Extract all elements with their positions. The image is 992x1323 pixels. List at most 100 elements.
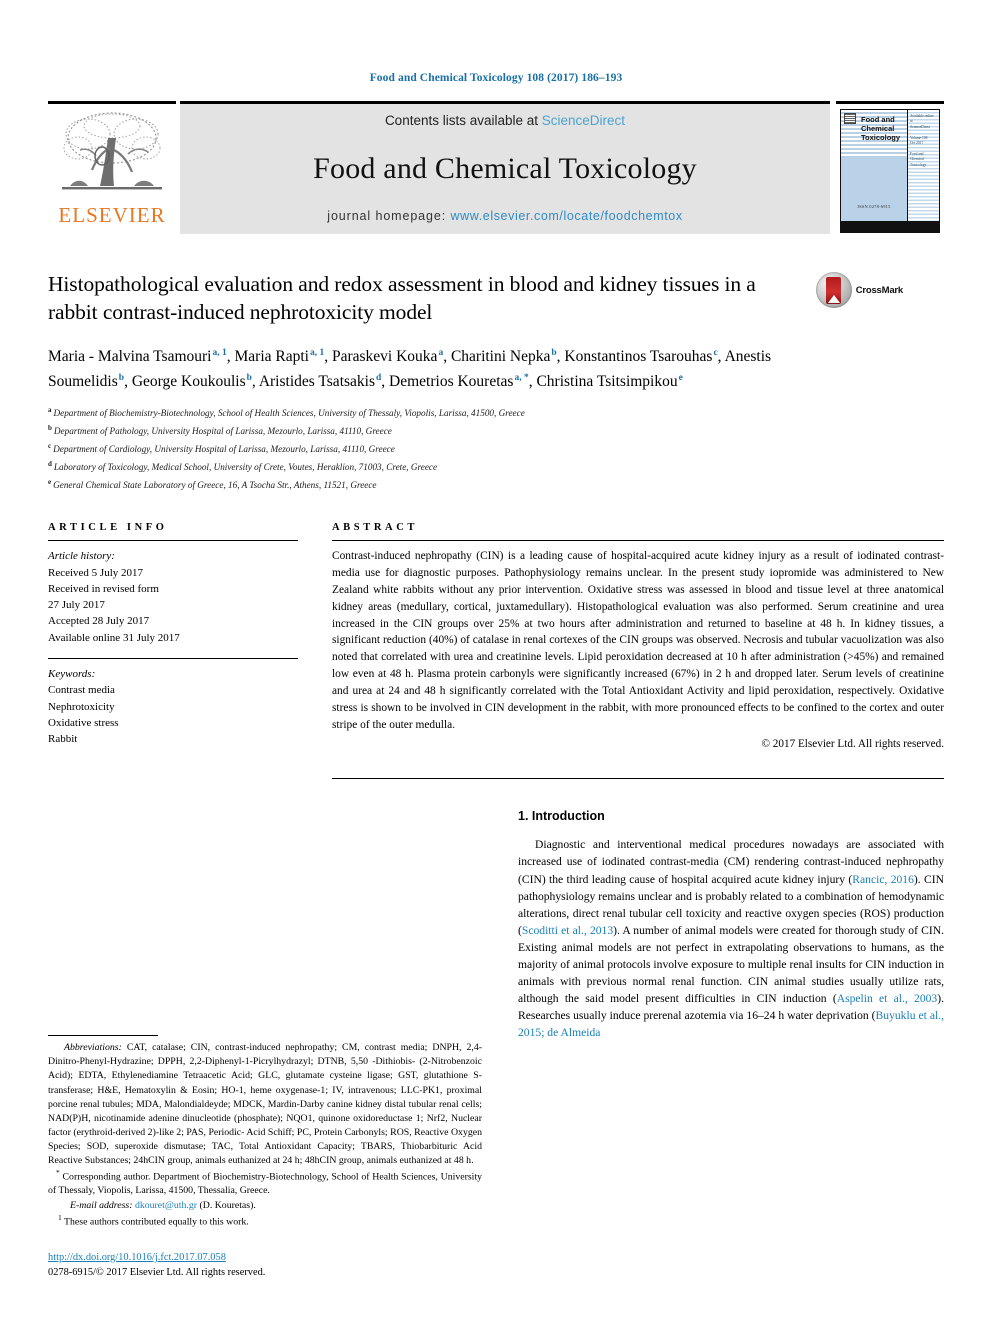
cover-bottom-block: ISSN 0278-6915 — [841, 156, 907, 221]
author-name[interactable]: Christina Tsitsimpikou — [536, 373, 677, 390]
body-columns: 1. Introduction Diagnostic and intervent… — [48, 809, 944, 1041]
introduction-paragraph: Diagnostic and interventional medical pr… — [518, 838, 944, 1040]
cover-image: Food and Chemical Toxicology ISSN 0278-691… — [840, 109, 940, 233]
email-suffix: (D. Kouretas). — [197, 1199, 256, 1211]
affiliation-text: Laboratory of Toxicology, Medical School… — [53, 461, 438, 472]
citation-link[interactable]: Aspelin et al., 2003 — [837, 992, 938, 1005]
keyword-item: Rabbit — [48, 733, 78, 746]
abstract-column: ABSTRACT Contrast-induced nephropathy (C… — [332, 522, 945, 780]
contents-lists-line: Contents lists available at ScienceDirec… — [385, 113, 625, 128]
citation-link[interactable]: Scoditti et al., 2013 — [522, 924, 613, 937]
crossmark-glyph — [826, 276, 842, 304]
author-affiliation-marker: a, 1 — [309, 347, 325, 358]
article-page: Food and Chemical Toxicology 108 (2017) … — [0, 0, 992, 1323]
footnote-block: Abbreviations: CAT, catalase; CIN, contr… — [48, 1035, 482, 1229]
cover-sidebar-text: Available online at ScienceDirect Volume 1… — [910, 114, 934, 167]
page-title: Histopathological evaluation and redox a… — [48, 272, 756, 325]
affiliation-marker: a — [48, 405, 52, 414]
affiliation-list: a Department of Biochemistry-Biotechnolog… — [48, 404, 944, 493]
elsevier-wordmark: ELSEVIER — [58, 203, 166, 227]
author-name[interactable]: Paraskevi Kouka — [332, 348, 437, 365]
equal-text: These authors contributed equally to thi… — [61, 1215, 249, 1227]
author-affiliation-marker: a — [438, 347, 444, 358]
abstract-copyright: © 2017 Elsevier Ltd. All rights reserved… — [761, 738, 945, 751]
author-affiliation-marker: d — [376, 372, 382, 383]
citation-link[interactable]: Buyuklu et al., 2015; de Almeida — [518, 1009, 944, 1039]
cover-left-panel: Food and Chemical Toxicology ISSN 0278-691… — [841, 110, 908, 221]
equal-contribution-footnote: 1 These authors contributed equally to t… — [48, 1213, 482, 1229]
cover-right-panel: Available online at ScienceDirect Volume 1… — [908, 110, 939, 221]
keyword-item: Contrast media — [48, 684, 115, 697]
abstract-text: Contrast-induced nephropathy (CIN) is a … — [332, 550, 944, 731]
author-name[interactable]: Aristides Tsatsakis — [259, 373, 375, 390]
affiliation-text: Department of Pathology, University Hosp… — [53, 425, 392, 436]
email-label: E-mail address: — [70, 1199, 133, 1211]
article-history-title: Article history: — [48, 550, 115, 563]
author-name[interactable]: Demetrios Kouretas — [389, 373, 513, 390]
masthead-banner: Contents lists available at ScienceDirec… — [180, 101, 830, 234]
cover-journal-name: Food and Chemical Toxicology — [861, 115, 901, 143]
author-name[interactable]: Konstantinos Tsarouhas — [564, 348, 712, 365]
email-link[interactable]: dkouret@uth.gr — [135, 1200, 197, 1211]
article-history-item: Received in revised form — [48, 582, 159, 595]
author-name[interactable]: Maria - Malvina Tsamouri — [48, 348, 212, 365]
journal-homepage-line: journal homepage: www.elsevier.com/locat… — [327, 209, 682, 223]
email-footnote: E-mail address: dkouret@uth.gr (D. Koure… — [48, 1199, 482, 1213]
author-name[interactable]: George Koukoulis — [132, 373, 246, 390]
body-left-column — [48, 809, 482, 1041]
title-text-wrap: Histopathological evaluation and redox a… — [48, 270, 793, 327]
homepage-prefix: journal homepage: — [327, 209, 451, 223]
doi-link[interactable]: http://dx.doi.org/10.1016/j.fct.2017.07.… — [48, 1252, 226, 1263]
issn-copyright-line: 0278-6915/© 2017 Elsevier Ltd. All right… — [48, 1267, 266, 1279]
article-history-item: Available online 31 July 2017 — [48, 631, 180, 644]
author-affiliation-marker: b — [551, 347, 557, 358]
article-history-item: Accepted 28 July 2017 — [48, 615, 150, 628]
corresponding-text: Corresponding author. Department of Bioc… — [48, 1171, 482, 1197]
corresponding-author-footnote: * Corresponding author. Department of Bi… — [48, 1168, 482, 1198]
cover-footer-bar — [841, 221, 939, 232]
article-history-list: Received 5 July 2017 Received in revised … — [48, 565, 298, 646]
affiliation-item: a Department of Biochemistry-Biotechnolog… — [48, 404, 944, 422]
abstract-label: ABSTRACT — [332, 522, 418, 534]
info-abstract-section: ARTICLE INFO Article history: Received 5… — [48, 522, 945, 780]
article-history-item: 27 July 2017 — [48, 599, 105, 612]
affiliation-text: Department of Cardiology, University Hos… — [53, 443, 395, 454]
journal-title: Food and Chemical Toxicology — [313, 151, 697, 185]
article-history-item: Received 5 July 2017 — [48, 566, 144, 579]
affiliation-text: Department of Biochemistry-Biotechnology… — [53, 408, 525, 419]
keywords-list: Contrast media Nephrotoxicity Oxidative st… — [48, 682, 298, 747]
author-name[interactable]: Maria Rapti — [235, 348, 309, 365]
crossmark-label: CrossMark — [855, 284, 904, 296]
affiliation-marker: e — [48, 477, 52, 486]
author-affiliation-marker: b — [246, 372, 252, 383]
keyword-item: Nephrotoxicity — [48, 700, 115, 713]
affiliation-marker: d — [48, 459, 52, 468]
homepage-url-link[interactable]: www.elsevier.com/locate/foodchemtox — [451, 209, 683, 223]
author-affiliation-marker: a, * — [514, 372, 529, 383]
keyword-item: Oxidative stress — [48, 716, 119, 729]
author-name[interactable]: Charitini Nepka — [451, 348, 550, 365]
article-info-label: ARTICLE INFO — [48, 522, 168, 534]
author-affiliation-marker: e — [678, 372, 683, 383]
page-footer: http://dx.doi.org/10.1016/j.fct.2017.07.… — [48, 1250, 265, 1281]
affiliation-item: e General Chemical State Laboratory of Gr… — [48, 476, 944, 494]
abstract-bottom-rule — [332, 778, 944, 780]
author-affiliation-marker: c — [713, 347, 718, 358]
abbreviations-text: CAT, catalase; CIN, contrast-induced nep… — [48, 1042, 482, 1166]
title-block: Histopathological evaluation and redox a… — [48, 270, 944, 327]
author-affiliation-marker: a, 1 — [212, 347, 227, 358]
cover-top-stripes: Food and Chemical Toxicology — [841, 110, 907, 157]
contents-prefix: Contents lists available at — [384, 113, 542, 128]
elsevier-tree-icon — [58, 108, 166, 204]
sciencedirect-link[interactable]: ScienceDirect — [542, 113, 625, 128]
affiliation-item: d Laboratory of Toxicology, Medical Schoo… — [48, 458, 944, 476]
abbreviations-title: Abbreviations: — [64, 1042, 122, 1054]
cover-main: Food and Chemical Toxicology ISSN 0278-691… — [841, 110, 939, 221]
author-affiliation-marker: b — [118, 372, 125, 383]
cover-barcode-icon — [844, 113, 856, 124]
affiliation-text: General Chemical State Laboratory of Gre… — [53, 479, 377, 490]
citation-link[interactable]: Rancic, 2016 — [852, 873, 914, 886]
introduction-heading: 1. Introduction — [518, 809, 605, 824]
affiliation-marker: b — [48, 423, 52, 432]
crossmark-badge-wrap[interactable]: CrossMark — [793, 270, 903, 308]
